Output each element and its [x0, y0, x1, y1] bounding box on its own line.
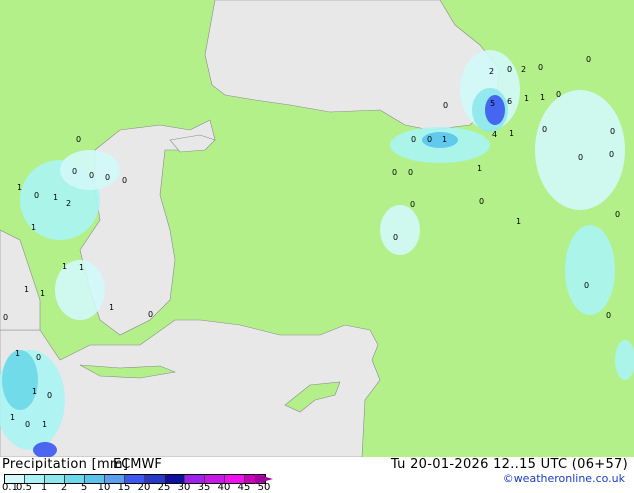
scale-tick-label: 20	[137, 482, 151, 493]
precipitation-area	[2, 350, 38, 410]
precipitation-value-label: 0	[148, 310, 153, 319]
legend-footer: Precipitation [mm] ECMWF Tu 20-01-2026 1…	[0, 457, 634, 493]
scale-tick-label: 35	[197, 482, 211, 493]
precipitation-value-label: 1	[31, 223, 36, 232]
precipitation-value-label: 1	[516, 217, 521, 226]
precipitation-value-label: 0	[36, 353, 41, 362]
precipitation-value-label: 0	[615, 210, 620, 219]
precipitation-value-label: 0	[584, 281, 589, 290]
precipitation-value-label: 0	[542, 125, 547, 134]
precipitation-value-label: 0	[411, 135, 416, 144]
precipitation-value-label: 0	[507, 65, 512, 74]
precipitation-value-label: 1	[524, 94, 529, 103]
precipitation-value-label: 1	[540, 93, 545, 102]
precipitation-value-label: 0	[610, 127, 615, 136]
precipitation-value-label: 0	[609, 150, 614, 159]
precipitation-area	[565, 225, 615, 315]
scale-tick-label: 25	[157, 482, 171, 493]
precipitation-value-label: 0	[410, 200, 415, 209]
scale-tick-label: 10	[97, 482, 111, 493]
scale-tick-label: 15	[117, 482, 131, 493]
precipitation-value-label: 0	[479, 197, 484, 206]
precipitation-value-label: 0	[408, 168, 413, 177]
precipitation-value-label: 2	[489, 67, 494, 76]
precipitation-value-label: 1	[32, 387, 37, 396]
precipitation-value-label: 0	[606, 311, 611, 320]
precipitation-value-label: 1	[62, 262, 67, 271]
precipitation-value-label: 0	[538, 63, 543, 72]
precipitation-value-label: 0	[89, 171, 94, 180]
scale-tick-label: 30	[177, 482, 191, 493]
precipitation-value-label: 6	[507, 97, 512, 106]
precipitation-value-label: 1	[40, 289, 45, 298]
precipitation-value-label: 0	[3, 313, 8, 322]
precipitation-value-label: 0	[392, 168, 397, 177]
precipitation-area	[380, 205, 420, 255]
precipitation-value-label: 2	[66, 199, 71, 208]
precipitation-value-label: 0	[25, 420, 30, 429]
precipitation-value-label: 0	[556, 90, 561, 99]
scale-tick-label: 1	[40, 482, 48, 493]
precipitation-value-label: 1	[79, 263, 84, 272]
precipitation-value-label: 1	[24, 285, 29, 294]
precipitation-map[interactable]: 2 0 2 000 5 6 1 1 000 0 14 1 00 00 0 10 0001001021100 0 0 0…	[0, 0, 634, 457]
precipitation-value-label: 0	[443, 101, 448, 110]
precipitation-value-label: 0	[34, 191, 39, 200]
precipitation-value-label: 1	[109, 303, 114, 312]
scale-tick-label: 5	[80, 482, 88, 493]
scale-ticks: 0.1 0.5 1 2 5 10 15 20 25 30 35 40 45 50	[0, 482, 330, 493]
precipitation-value-label: 1	[477, 164, 482, 173]
precipitation-value-label: 2	[521, 65, 526, 74]
precipitation-value-label: 1	[42, 420, 47, 429]
model-name: ECMWF	[113, 457, 162, 472]
precipitation-value-label: 0	[72, 167, 77, 176]
precipitation-value-label: 0	[586, 55, 591, 64]
credit-link[interactable]: ©weatheronline.co.uk	[503, 472, 625, 485]
precipitation-value-label: 1	[10, 413, 15, 422]
precipitation-value-label: 4	[492, 130, 497, 139]
precipitation-value-label: 1	[442, 135, 447, 144]
precipitation-value-label: 1	[17, 183, 22, 192]
forecast-datetime: Tu 20-01-2026 12..15 UTC (06+57)	[390, 457, 628, 472]
precipitation-value-label: 0	[47, 391, 52, 400]
precipitation-value-label: 0	[122, 176, 127, 185]
scale-tick-label: 0.5	[16, 482, 32, 493]
precipitation-value-label: 5	[490, 99, 495, 108]
precipitation-value-label: 0	[427, 135, 432, 144]
precipitation-area	[60, 150, 120, 190]
legend-title: Precipitation [mm]	[2, 457, 129, 472]
precipitation-value-label: 0	[76, 135, 81, 144]
precipitation-value-label: 1	[15, 349, 20, 358]
scale-tick-label: 50	[257, 482, 271, 493]
scale-tick-label: 45	[237, 482, 251, 493]
precipitation-value-label: 0	[393, 233, 398, 242]
precipitation-value-label: 0	[105, 173, 110, 182]
precipitation-value-label: 1	[509, 129, 514, 138]
precipitation-value-label: 0	[578, 153, 583, 162]
scale-tick-label: 2	[60, 482, 68, 493]
scale-tick-label: 40	[217, 482, 231, 493]
precipitation-value-label: 1	[53, 193, 58, 202]
